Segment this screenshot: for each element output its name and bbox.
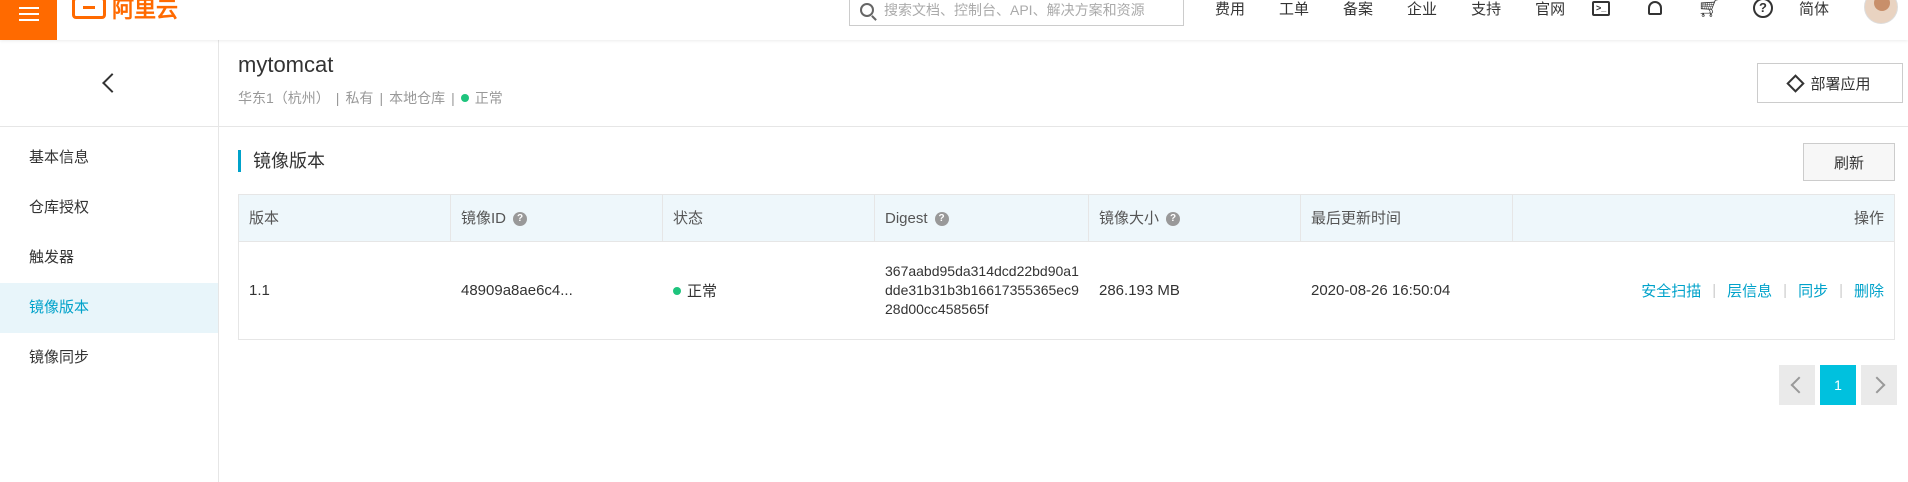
col-size-label: 镜像大小 <box>1099 210 1160 227</box>
status-text: 正常 <box>687 283 718 300</box>
search-input[interactable] <box>884 1 1174 18</box>
image-versions-table: 版本 镜像ID? 状态 Digest? 镜像大小? 最后更新时间 操作 1.1 … <box>238 194 1895 340</box>
col-image-id-label: 镜像ID <box>461 210 507 227</box>
aliyun-logo-icon <box>72 0 106 19</box>
help-icon: ? <box>1753 0 1773 18</box>
nav-website[interactable]: 官网 <box>1535 0 1565 19</box>
divider: | <box>1712 282 1717 299</box>
logo-text: 阿里云 <box>112 0 179 22</box>
pagination: 1 <box>1779 365 1897 405</box>
next-page-button[interactable] <box>1861 365 1897 405</box>
top-bar: 阿里云 费用 工单 备案 企业 支持 官网 >_ 🛒︎ ? 简体 <box>0 0 1908 40</box>
repo-source: 本地仓库 <box>389 90 446 106</box>
top-nav: 费用 工单 备案 企业 支持 官网 <box>1215 0 1599 18</box>
refresh-button[interactable]: 刷新 <box>1803 143 1895 181</box>
chevron-left-icon <box>1790 376 1808 394</box>
cell-image-id: 48909a8ae6c4... <box>461 282 573 299</box>
col-actions: 操作 <box>1513 195 1894 242</box>
nav-enterprise[interactable]: 企业 <box>1407 0 1437 19</box>
deploy-label: 部署应用 <box>1810 75 1871 93</box>
help-icon[interactable]: ? <box>1166 211 1181 226</box>
col-digest-label: Digest <box>885 210 928 227</box>
menu-button[interactable] <box>0 0 57 40</box>
table-header: 版本 镜像ID? 状态 Digest? 镜像大小? 最后更新时间 操作 <box>239 195 1894 242</box>
terminal-icon: >_ <box>1592 0 1610 16</box>
help-icon[interactable]: ? <box>934 211 949 226</box>
security-scan-link[interactable]: 安全扫描 <box>1641 280 1701 301</box>
terminal-button[interactable]: >_ <box>1590 0 1612 19</box>
divider: | <box>379 90 384 106</box>
repo-status: 正常 <box>474 90 503 106</box>
repo-header: mytomcat 华东1（杭州） | 私有 | 本地仓库 | 正常 部署应用 <box>219 40 1908 127</box>
sidebar-menu: 基本信息 仓库授权 触发器 镜像版本 镜像同步 <box>0 127 218 383</box>
chevron-left-icon <box>102 73 122 93</box>
col-version: 版本 <box>239 195 451 242</box>
sidebar-item-image-sync[interactable]: 镜像同步 <box>0 333 218 383</box>
nav-icp[interactable]: 备案 <box>1343 0 1373 19</box>
help-icon[interactable]: ? <box>513 211 528 226</box>
cell-status: 正常 <box>663 242 875 339</box>
repo-region: 华东1（杭州） <box>238 90 330 106</box>
col-image-id: 镜像ID? <box>451 195 663 242</box>
page-title: mytomcat <box>238 52 334 77</box>
col-updated: 最后更新时间 <box>1301 195 1513 242</box>
cell-digest: 367aabd95da314dcd22bd90a1dde31b31b3b1661… <box>885 263 1079 317</box>
divider: | <box>1783 282 1788 299</box>
cell-actions: 安全扫描 | 层信息 | 同步 | 删除 <box>1513 242 1894 339</box>
cart-button[interactable]: 🛒︎ <box>1697 0 1721 19</box>
back-button[interactable] <box>0 40 218 127</box>
bell-icon <box>1648 1 1662 15</box>
sync-link[interactable]: 同步 <box>1798 280 1828 301</box>
cell-version: 1.1 <box>249 282 270 299</box>
language-switch[interactable]: 简体 <box>1799 0 1829 19</box>
col-status-label: 状态 <box>673 210 704 227</box>
divider: | <box>1839 282 1843 299</box>
col-version-label: 版本 <box>249 210 280 227</box>
logo[interactable]: 阿里云 <box>72 0 178 24</box>
avatar[interactable] <box>1864 0 1898 24</box>
hamburger-icon <box>18 7 39 21</box>
repo-meta: 华东1（杭州） | 私有 | 本地仓库 | 正常 <box>238 88 503 108</box>
col-actions-label: 操作 <box>1853 210 1884 227</box>
sidebar-item-repo-auth[interactable]: 仓库授权 <box>0 183 218 233</box>
page-number[interactable]: 1 <box>1820 365 1856 405</box>
status-dot <box>673 286 681 295</box>
top-icons: >_ 🛒︎ ? <box>1590 0 1806 20</box>
search-box[interactable] <box>849 0 1184 26</box>
notification-button[interactable] <box>1644 0 1666 19</box>
sidebar: 基本信息 仓库授权 触发器 镜像版本 镜像同步 <box>0 40 219 482</box>
cube-icon <box>1786 73 1806 93</box>
deploy-app-button[interactable]: 部署应用 <box>1757 63 1903 103</box>
section-title: 镜像版本 <box>238 150 325 172</box>
status-dot <box>460 94 469 102</box>
nav-support[interactable]: 支持 <box>1471 0 1501 19</box>
divider: | <box>335 90 340 106</box>
cell-size: 286.193 MB <box>1099 282 1180 299</box>
cell-updated: 2020-08-26 16:50:04 <box>1311 282 1451 299</box>
col-size: 镜像大小? <box>1089 195 1301 242</box>
col-status: 状态 <box>663 195 875 242</box>
cart-icon: 🛒︎ <box>1697 0 1721 18</box>
search-icon <box>860 2 874 17</box>
sidebar-item-basic-info[interactable]: 基本信息 <box>0 133 218 183</box>
repo-visibility: 私有 <box>345 90 374 106</box>
prev-page-button[interactable] <box>1779 365 1815 405</box>
layer-info-link[interactable]: 层信息 <box>1727 280 1772 301</box>
table-row: 1.1 48909a8ae6c4... 正常 367aabd95da314dcd… <box>239 242 1894 339</box>
sidebar-item-trigger[interactable]: 触发器 <box>0 233 218 283</box>
delete-link[interactable]: 删除 <box>1854 280 1884 301</box>
col-updated-label: 最后更新时间 <box>1311 210 1402 227</box>
nav-ticket[interactable]: 工单 <box>1279 0 1309 19</box>
divider: | <box>451 90 455 106</box>
col-digest: Digest? <box>875 195 1089 242</box>
chevron-right-icon <box>1868 376 1886 394</box>
nav-fee[interactable]: 费用 <box>1215 0 1245 19</box>
help-button[interactable]: ? <box>1752 0 1774 19</box>
sidebar-item-image-versions[interactable]: 镜像版本 <box>0 283 218 333</box>
